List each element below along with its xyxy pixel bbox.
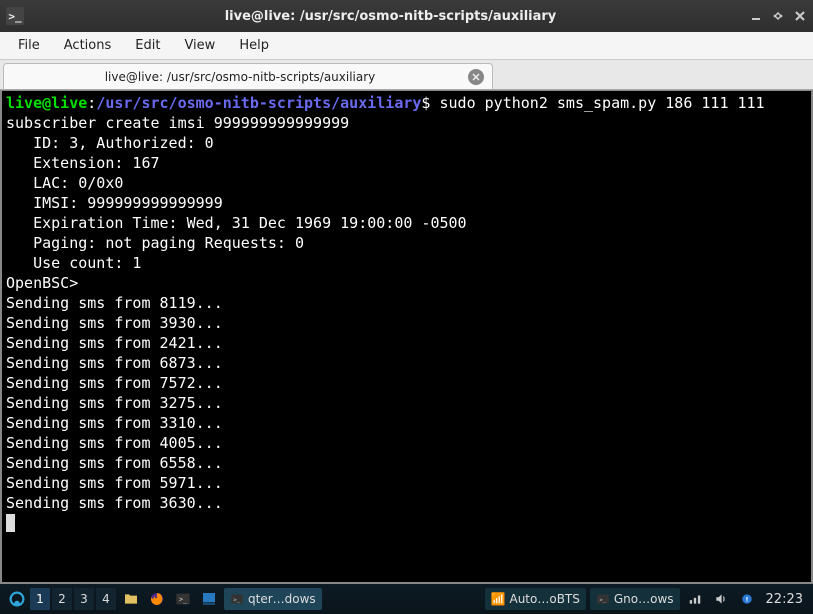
menu-file[interactable]: File bbox=[8, 34, 50, 57]
output-line: Sending sms from 8119... bbox=[6, 294, 223, 312]
svg-text:>_: >_ bbox=[179, 596, 187, 604]
tab-close-icon[interactable] bbox=[468, 69, 484, 85]
terminal-launcher-icon[interactable]: >_ bbox=[172, 588, 194, 610]
output-line: ID: 3, Authorized: 0 bbox=[6, 134, 214, 152]
taskbar-item-label: Gno…ows bbox=[614, 592, 674, 606]
prompt-sep: : bbox=[87, 94, 96, 112]
svg-text:>_: >_ bbox=[599, 597, 606, 603]
terminal-task-icon: >_ bbox=[596, 592, 610, 606]
menu-actions[interactable]: Actions bbox=[54, 34, 122, 57]
taskbar-clock[interactable]: 22:23 bbox=[760, 592, 809, 607]
output-line: Expiration Time: Wed, 31 Dec 1969 19:00:… bbox=[6, 214, 467, 232]
entered-command: sudo python2 sms_spam.py 186 111 111 bbox=[439, 94, 764, 112]
maximize-button[interactable] bbox=[771, 9, 785, 23]
menu-view[interactable]: View bbox=[174, 34, 225, 57]
network-tray-icon[interactable] bbox=[684, 588, 706, 610]
output-line: Paging: not paging Requests: 0 bbox=[6, 234, 304, 252]
close-button[interactable] bbox=[793, 9, 807, 23]
window-title: live@live: /usr/src/osmo-nitb-scripts/au… bbox=[32, 9, 749, 24]
terminal-task-icon: >_ bbox=[230, 592, 244, 606]
firefox-icon[interactable] bbox=[146, 588, 168, 610]
menu-help[interactable]: Help bbox=[229, 34, 279, 57]
prompt-dollar: $ bbox=[421, 94, 430, 112]
output-line: OpenBSC> bbox=[6, 274, 78, 292]
output-line: IMSI: 999999999999999 bbox=[6, 194, 223, 212]
start-menu-button[interactable] bbox=[6, 588, 28, 610]
svg-text:!: ! bbox=[745, 595, 748, 603]
file-manager-icon[interactable] bbox=[120, 588, 142, 610]
output-line: Sending sms from 4005... bbox=[6, 434, 223, 452]
terminal-cursor bbox=[6, 514, 15, 532]
minimize-button[interactable] bbox=[749, 9, 763, 23]
menu-edit[interactable]: Edit bbox=[125, 34, 170, 57]
workspace-3[interactable]: 3 bbox=[74, 588, 94, 610]
workspace-1[interactable]: 1 bbox=[30, 588, 50, 610]
menu-bar: File Actions Edit View Help bbox=[0, 32, 813, 60]
notifications-tray-icon[interactable]: ! bbox=[736, 588, 758, 610]
tab-label: live@live: /usr/src/osmo-nitb-scripts/au… bbox=[20, 70, 460, 84]
wireless-icon: 📶 bbox=[491, 592, 506, 606]
output-line: Use count: 1 bbox=[6, 254, 141, 272]
output-line: Sending sms from 5971... bbox=[6, 474, 223, 492]
output-line: Sending sms from 6558... bbox=[6, 454, 223, 472]
workspace-switcher: 1 2 3 4 bbox=[30, 588, 118, 610]
svg-text:>_: >_ bbox=[234, 597, 241, 603]
taskbar-item-label: Auto…oBTS bbox=[509, 592, 579, 606]
output-line: Sending sms from 3310... bbox=[6, 414, 223, 432]
workspace-4[interactable]: 4 bbox=[96, 588, 116, 610]
taskbar-item-qterminal[interactable]: >_ qter…dows bbox=[224, 588, 322, 610]
window-titlebar: >_ live@live: /usr/src/osmo-nitb-scripts… bbox=[0, 0, 813, 32]
output-line: Sending sms from 3930... bbox=[6, 314, 223, 332]
prompt-user: live@live bbox=[6, 94, 87, 112]
volume-tray-icon[interactable] bbox=[710, 588, 732, 610]
output-line: Sending sms from 7572... bbox=[6, 374, 223, 392]
tab-bar: live@live: /usr/src/osmo-nitb-scripts/au… bbox=[0, 60, 813, 90]
terminal-output[interactable]: live@live:/usr/src/osmo-nitb-scripts/aux… bbox=[0, 90, 813, 584]
terminal-tab[interactable]: live@live: /usr/src/osmo-nitb-scripts/au… bbox=[3, 63, 493, 89]
output-line: Sending sms from 6873... bbox=[6, 354, 223, 372]
taskbar-item-gnome[interactable]: >_ Gno…ows bbox=[590, 588, 680, 610]
terminal-app-icon: >_ bbox=[6, 7, 24, 25]
taskbar-item-label: qter…dows bbox=[248, 592, 316, 606]
prompt-path: /usr/src/osmo-nitb-scripts/auxiliary bbox=[96, 94, 421, 112]
output-line: Sending sms from 3275... bbox=[6, 394, 223, 412]
output-line: LAC: 0/0x0 bbox=[6, 174, 123, 192]
output-line: Extension: 167 bbox=[6, 154, 160, 172]
taskbar-item-autobts[interactable]: 📶 Auto…oBTS bbox=[485, 588, 586, 610]
workspace-2[interactable]: 2 bbox=[52, 588, 72, 610]
desktop-taskbar: 1 2 3 4 >_ >_ qter…dows 📶 Auto…oBTS >_ G… bbox=[0, 584, 813, 614]
output-line: Sending sms from 3630... bbox=[6, 494, 223, 512]
window-controls bbox=[749, 9, 807, 23]
output-line: Sending sms from 2421... bbox=[6, 334, 223, 352]
show-desktop-icon[interactable] bbox=[198, 588, 220, 610]
output-line: subscriber create imsi 999999999999999 bbox=[6, 114, 349, 132]
